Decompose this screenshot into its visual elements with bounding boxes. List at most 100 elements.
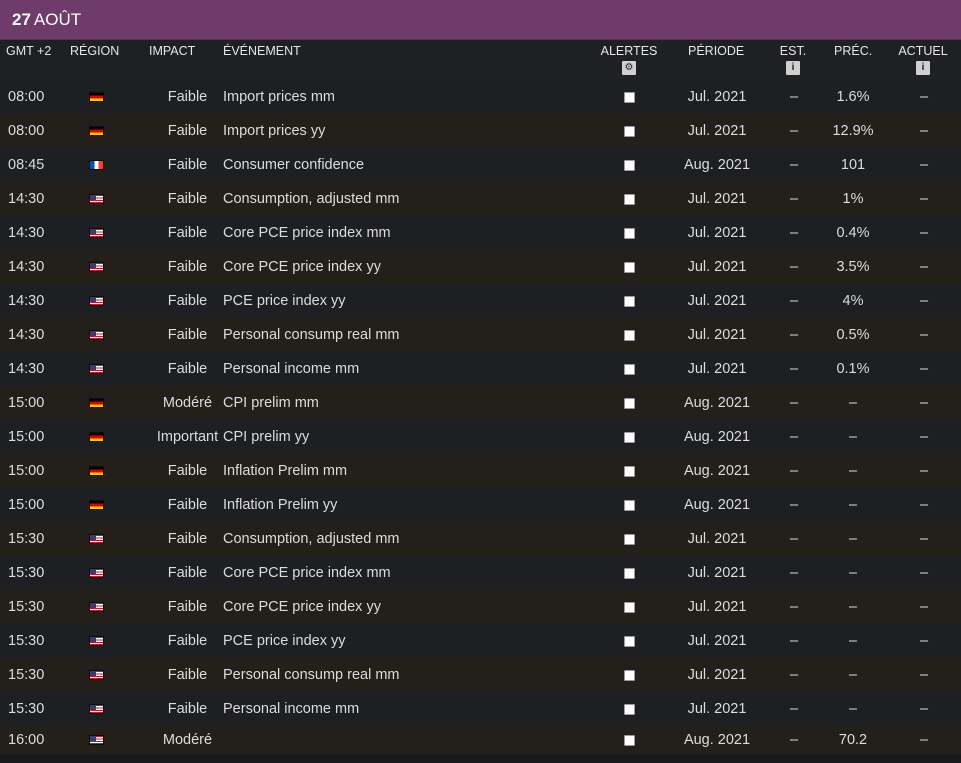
alert-checkbox[interactable]: [623, 734, 635, 746]
alert-checkbox[interactable]: [623, 669, 635, 681]
event-time: 15:30: [8, 633, 45, 649]
event-name[interactable]: Personal consump real mm: [223, 658, 400, 692]
table-row[interactable]: 15:30 Faible Personal consump real mm Jul. …: [0, 658, 961, 692]
event-name[interactable]: Core PCE price index yy: [223, 590, 381, 624]
header-actual[interactable]: ACTUEL i: [896, 44, 950, 75]
header-alerts-label: ALERTES: [600, 44, 658, 58]
header-event[interactable]: ÉVÉNEMENT: [223, 44, 301, 58]
alert-checkbox[interactable]: [623, 499, 635, 511]
event-name[interactable]: Personal income mm: [223, 352, 359, 386]
event-name[interactable]: CPI prelim mm: [223, 386, 319, 420]
previous-value: 3.5%: [836, 259, 870, 275]
table-row[interactable]: 15:00 Important CPI prelim yy Aug. 2021– – –: [0, 420, 961, 454]
estimate-value: –: [789, 123, 799, 139]
alert-checkbox[interactable]: [623, 193, 635, 205]
event-name[interactable]: Personal income mm: [223, 692, 359, 726]
table-row[interactable]: 14:30 Faible Consumption, adjusted mm Jul. …: [0, 182, 961, 216]
alert-checkbox[interactable]: [623, 159, 635, 171]
table-row[interactable]: 15:30 Faible PCE price index yy Jul. 2021– –…: [0, 624, 961, 658]
header-period[interactable]: PÉRIODE: [688, 44, 744, 58]
estimate-value: –: [789, 732, 799, 748]
region-flag: [88, 692, 104, 726]
event-name[interactable]: Consumer confidence: [223, 148, 364, 182]
region-flag: [88, 454, 104, 488]
actual-value: –: [919, 667, 929, 683]
table-row[interactable]: 15:00 Faible Inflation Prelim yy Aug. 2021–…: [0, 488, 961, 522]
table-row[interactable]: 08:45 Faible Consumer confidence Aug. 2021–…: [0, 148, 961, 182]
info-icon[interactable]: i: [786, 61, 800, 75]
event-name[interactable]: Import prices mm: [223, 80, 335, 114]
event-name[interactable]: Inflation Prelim mm: [223, 454, 347, 488]
event-name[interactable]: Core PCE price index yy: [223, 250, 381, 284]
info-icon[interactable]: i: [916, 61, 930, 75]
flag-de-icon: [88, 398, 104, 408]
table-row[interactable]: 08:00 Faible Import prices yy Jul. 2021–12.…: [0, 114, 961, 148]
alert-checkbox[interactable]: [623, 465, 635, 477]
table-row[interactable]: 16:00 Modéré Aug. 2021 – 70.2 –: [0, 726, 961, 754]
previous-value: 1%: [842, 191, 864, 207]
region-flag: [88, 726, 104, 754]
event-name[interactable]: CPI prelim yy: [223, 420, 309, 454]
actual-value: –: [919, 531, 929, 547]
table-row[interactable]: 15:30 Faible Personal income mm Jul. 2021– –…: [0, 692, 961, 726]
table-row[interactable]: 15:30 Faible Consumption, adjusted mm Jul. …: [0, 522, 961, 556]
event-period: Aug. 2021: [683, 429, 751, 445]
event-name[interactable]: Inflation Prelim yy: [223, 488, 337, 522]
table-row[interactable]: 14:30 Faible Personal consump real mm Jul. …: [0, 318, 961, 352]
alert-toggle: [622, 114, 636, 148]
flag-us-icon: [88, 228, 104, 238]
alert-checkbox[interactable]: [623, 261, 635, 273]
table-row[interactable]: 15:00 Faible Inflation Prelim mm Aug. 2021–…: [0, 454, 961, 488]
event-name[interactable]: PCE price index yy: [223, 624, 346, 658]
alert-checkbox[interactable]: [623, 295, 635, 307]
header-alerts[interactable]: ALERTES ⚙: [599, 44, 659, 75]
previous-value: 0.4%: [836, 225, 870, 241]
alert-checkbox[interactable]: [623, 533, 635, 545]
header-region[interactable]: RÉGION: [70, 44, 119, 58]
table-header: GMT +2 RÉGION IMPACT ÉVÉNEMENT ALERTES ⚙…: [0, 40, 961, 80]
header-impact[interactable]: IMPACT: [149, 44, 195, 58]
alert-checkbox[interactable]: [623, 567, 635, 579]
header-time[interactable]: GMT +2: [6, 44, 51, 58]
alert-checkbox[interactable]: [623, 125, 635, 137]
gear-icon[interactable]: ⚙: [622, 61, 636, 75]
table-row[interactable]: 15:00 Modéré CPI prelim mm Aug. 2021– – –: [0, 386, 961, 420]
event-name[interactable]: PCE price index yy: [223, 284, 346, 318]
alert-toggle: [622, 250, 636, 284]
alert-checkbox[interactable]: [623, 363, 635, 375]
alert-checkbox[interactable]: [623, 431, 635, 443]
event-period: Aug. 2021: [683, 732, 751, 748]
event-period: Aug. 2021: [683, 157, 751, 173]
table-row[interactable]: 14:30 Faible Core PCE price index mm Jul. 2…: [0, 216, 961, 250]
table-row[interactable]: 15:30 Faible Core PCE price index yy Jul. 2…: [0, 590, 961, 624]
event-period: Jul. 2021: [687, 361, 747, 377]
previous-value: –: [848, 497, 858, 513]
event-name[interactable]: Consumption, adjusted mm: [223, 522, 400, 556]
alert-checkbox[interactable]: [623, 329, 635, 341]
table-row[interactable]: 14:30 Faible Core PCE price index yy Jul. 2…: [0, 250, 961, 284]
event-name[interactable]: Core PCE price index mm: [223, 556, 391, 590]
event-time: 14:30: [8, 191, 45, 207]
event-time: 15:30: [8, 565, 45, 581]
alert-checkbox[interactable]: [623, 635, 635, 647]
table-row[interactable]: 08:00 Faible Import prices mm Jul. 2021–1.6…: [0, 80, 961, 114]
estimate-value: –: [789, 599, 799, 615]
alert-checkbox[interactable]: [623, 601, 635, 613]
region-flag: [88, 352, 104, 386]
event-name[interactable]: Import prices yy: [223, 114, 325, 148]
event-name[interactable]: Personal consump real mm: [223, 318, 400, 352]
table-row[interactable]: 15:30 Faible Core PCE price index mm Jul. 2…: [0, 556, 961, 590]
event-name[interactable]: Consumption, adjusted mm: [223, 182, 400, 216]
alert-checkbox[interactable]: [623, 227, 635, 239]
region-flag: [88, 658, 104, 692]
alert-checkbox[interactable]: [623, 703, 635, 715]
alert-checkbox[interactable]: [623, 397, 635, 409]
table-row[interactable]: 14:30 Faible PCE price index yy Jul. 2021–4…: [0, 284, 961, 318]
table-row[interactable]: 14:30 Faible Personal income mm Jul. 2021–0…: [0, 352, 961, 386]
event-name[interactable]: Core PCE price index mm: [223, 216, 391, 250]
date-month: AOÛT: [33, 9, 82, 29]
alert-checkbox[interactable]: [623, 91, 635, 103]
header-est[interactable]: EST. i: [776, 44, 810, 75]
header-prev[interactable]: PRÉC.: [834, 44, 872, 58]
event-time: 15:00: [8, 395, 45, 411]
